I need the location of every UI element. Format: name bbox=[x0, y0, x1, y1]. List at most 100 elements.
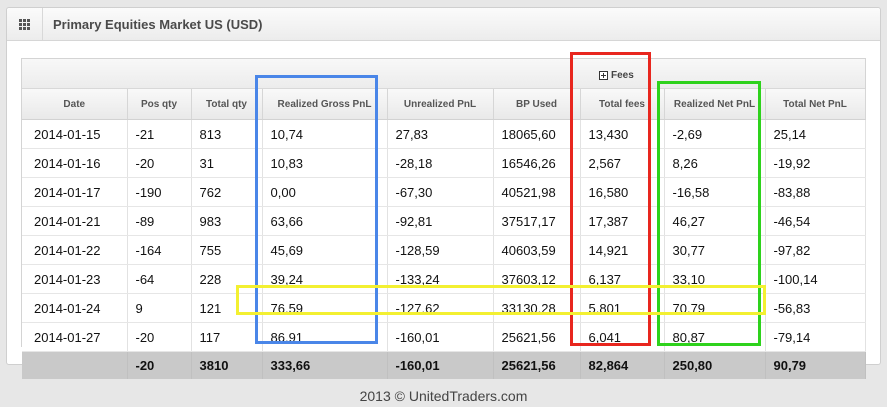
table-cell: -190 bbox=[127, 177, 192, 207]
table-cell: 2014-01-22 bbox=[22, 235, 128, 265]
pnl-table-container: Fees Date Pos qty Total qty Realized Gro… bbox=[21, 58, 866, 379]
table-cell: 2014-01-27 bbox=[22, 322, 128, 352]
table-cell: 18065,60 bbox=[493, 119, 581, 149]
table-cell: 33,10 bbox=[664, 264, 766, 294]
table-cell: 31 bbox=[191, 148, 263, 178]
col-header-realized-gross-pnl[interactable]: Realized Gross PnL bbox=[262, 89, 388, 120]
table-row[interactable]: 2014-01-15 -21 813 10,74 27,83 18065,60 13,430… bbox=[22, 119, 866, 149]
totals-cell: 25621,56 bbox=[493, 351, 581, 379]
table-cell: 25621,56 bbox=[493, 322, 581, 352]
table-cell: 45,69 bbox=[262, 235, 388, 265]
col-header-realized-net-pnl[interactable]: Realized Net PnL bbox=[664, 89, 766, 120]
market-panel: Primary Equities Market US (USD) Fees Da… bbox=[6, 7, 881, 379]
panel-title: Primary Equities Market US (USD) bbox=[53, 17, 263, 32]
table-header-row: Date Pos qty Total qty Realized Gross Pn… bbox=[22, 89, 866, 120]
table-cell: -92,81 bbox=[387, 206, 494, 236]
table-cell: 762 bbox=[191, 177, 263, 207]
table-cell: -21 bbox=[127, 119, 192, 149]
table-cell: 16546,26 bbox=[493, 148, 581, 178]
totals-cell: 333,66 bbox=[262, 351, 388, 379]
table-cell: -20 bbox=[127, 148, 192, 178]
table-cell: 117 bbox=[191, 322, 263, 352]
table-cell: 2014-01-21 bbox=[22, 206, 128, 236]
panel-header: Primary Equities Market US (USD) bbox=[7, 8, 880, 41]
totals-cell: 3810 bbox=[191, 351, 263, 379]
table-cell: 37517,17 bbox=[493, 206, 581, 236]
table-cell: -160,01 bbox=[387, 322, 494, 352]
table-cell: 983 bbox=[191, 206, 263, 236]
table-row[interactable]: 2014-01-24 9 121 76,59 -127,62 33130,28 5,801 7… bbox=[22, 293, 866, 323]
table-row[interactable]: 2014-01-22 -164 755 45,69 -128,59 40603,59 14,… bbox=[22, 235, 866, 265]
grid-icon bbox=[19, 19, 30, 30]
table-cell: 40521,98 bbox=[493, 177, 581, 207]
table-cell: 6,041 bbox=[580, 322, 665, 352]
fees-group-toggle[interactable]: Fees bbox=[599, 70, 634, 81]
table-cell: 228 bbox=[191, 264, 263, 294]
table-cell: 813 bbox=[191, 119, 263, 149]
table-cell: 0,00 bbox=[262, 177, 388, 207]
table-cell: -16,58 bbox=[664, 177, 766, 207]
table-cell: 40603,59 bbox=[493, 235, 581, 265]
table-cell: 16,580 bbox=[580, 177, 665, 207]
table-cell: 27,83 bbox=[387, 119, 494, 149]
table-cell: 10,74 bbox=[262, 119, 388, 149]
table-cell: -20 bbox=[127, 322, 192, 352]
totals-cell: -160,01 bbox=[387, 351, 494, 379]
table-cell: -46,54 bbox=[765, 206, 866, 236]
table-cell: -64 bbox=[127, 264, 192, 294]
table-cell: 13,430 bbox=[580, 119, 665, 149]
col-header-total-fees[interactable]: Total fees bbox=[580, 89, 665, 120]
table-cell: -100,14 bbox=[765, 264, 866, 294]
table-cell: 25,14 bbox=[765, 119, 866, 149]
col-header-bp-used[interactable]: BP Used bbox=[493, 89, 581, 120]
table-row[interactable]: 2014-01-27 -20 117 86,91 -160,01 25621,56 6,04… bbox=[22, 322, 866, 352]
table-cell: -128,59 bbox=[387, 235, 494, 265]
table-cell: 46,27 bbox=[664, 206, 766, 236]
table-row[interactable]: 2014-01-23 -64 228 39,24 -133,24 37603,12 6,13… bbox=[22, 264, 866, 294]
table-cell: 121 bbox=[191, 293, 263, 323]
col-header-pos-qty[interactable]: Pos qty bbox=[127, 89, 192, 120]
col-header-total-net-pnl[interactable]: Total Net PnL bbox=[765, 89, 866, 120]
table-cell: 39,24 bbox=[262, 264, 388, 294]
table-cell: -164 bbox=[127, 235, 192, 265]
col-header-date[interactable]: Date bbox=[22, 89, 128, 120]
table-cell: -83,88 bbox=[765, 177, 866, 207]
table-cell: -28,18 bbox=[387, 148, 494, 178]
table-cell: 8,26 bbox=[664, 148, 766, 178]
table-cell: 63,66 bbox=[262, 206, 388, 236]
expand-plus-icon[interactable] bbox=[599, 71, 608, 80]
table-cell: -133,24 bbox=[387, 264, 494, 294]
table-cell: 755 bbox=[191, 235, 263, 265]
table-body: 2014-01-15 -21 813 10,74 27,83 18065,60 13,430… bbox=[22, 119, 866, 379]
table-cell: 2014-01-17 bbox=[22, 177, 128, 207]
table-cell: 30,77 bbox=[664, 235, 766, 265]
table-cell: 76,59 bbox=[262, 293, 388, 323]
table-cell: -67,30 bbox=[387, 177, 494, 207]
table-cell: -79,14 bbox=[765, 322, 866, 352]
table-cell: -19,92 bbox=[765, 148, 866, 178]
col-header-unrealized-pnl[interactable]: Unrealized PnL bbox=[387, 89, 494, 120]
pnl-table: Date Pos qty Total qty Realized Gross Pn… bbox=[22, 89, 866, 379]
table-row[interactable]: 2014-01-17 -190 762 0,00 -67,30 40521,98 16,58… bbox=[22, 177, 866, 207]
table-cell: 2014-01-16 bbox=[22, 148, 128, 178]
table-cell: 9 bbox=[127, 293, 192, 323]
table-cell: 2014-01-15 bbox=[22, 119, 128, 149]
col-header-total-qty[interactable]: Total qty bbox=[191, 89, 263, 120]
table-cell: 80,87 bbox=[664, 322, 766, 352]
table-cell: -56,83 bbox=[765, 293, 866, 323]
table-row[interactable]: 2014-01-16 -20 31 10,83 -28,18 16546,26 2,567 8… bbox=[22, 148, 866, 178]
totals-cell: 250,80 bbox=[664, 351, 766, 379]
column-group-row: Fees bbox=[22, 59, 865, 89]
table-cell: -127,62 bbox=[387, 293, 494, 323]
table-cell: 2014-01-24 bbox=[22, 293, 128, 323]
table-cell: 33130,28 bbox=[493, 293, 581, 323]
table-cell: 2,567 bbox=[580, 148, 665, 178]
table-cell: 37603,12 bbox=[493, 264, 581, 294]
table-cell: -2,69 bbox=[664, 119, 766, 149]
header-divider bbox=[42, 8, 43, 40]
footer-copyright: 2013 © UnitedTraders.com bbox=[359, 388, 528, 404]
table-cell: 10,83 bbox=[262, 148, 388, 178]
table-row[interactable]: 2014-01-21 -89 983 63,66 -92,81 37517,17 17,38… bbox=[22, 206, 866, 236]
table-cell: 5,801 bbox=[580, 293, 665, 323]
totals-row: -20 3810 333,66 -160,01 25621,56 82,864 250,80… bbox=[22, 351, 866, 379]
